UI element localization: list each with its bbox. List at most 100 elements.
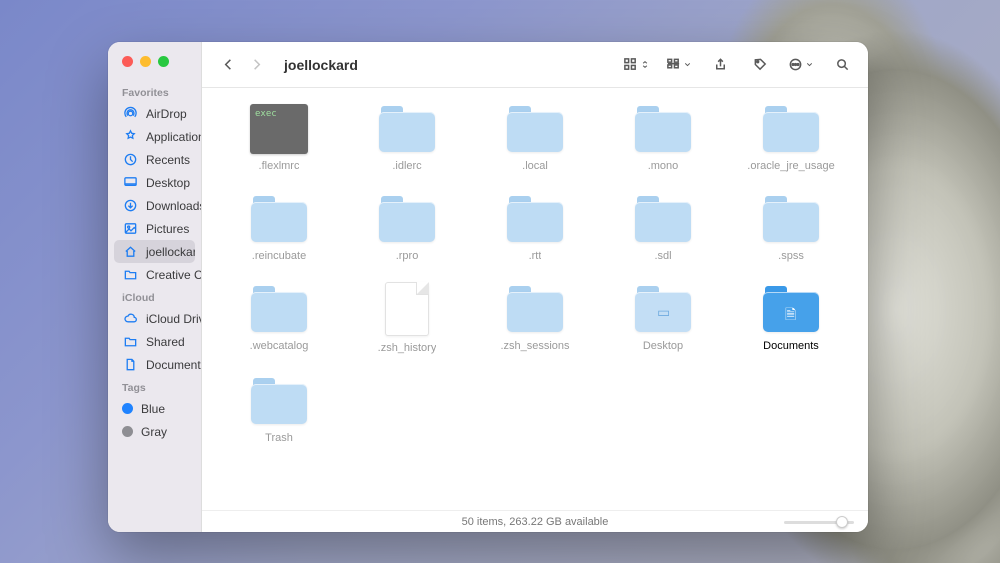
file-icon [385, 282, 429, 336]
sidebar-item-documents[interactable]: Documents [108, 353, 201, 376]
desktop-icon [122, 175, 138, 191]
sidebar-section-label: iCloud [108, 286, 201, 307]
file-item[interactable]: .reincubate [220, 188, 338, 274]
sidebar-section-label: Tags [108, 376, 201, 397]
group-icon [666, 57, 681, 72]
share-button[interactable] [708, 53, 732, 77]
file-item[interactable]: .oracle_jre_usage [732, 98, 850, 184]
sidebar-item-gray[interactable]: Gray [108, 420, 201, 443]
sidebar-item-label: Downloads [146, 199, 201, 213]
finder-window: FavoritesAirDropApplicationsRecentsDeskt… [108, 42, 868, 532]
folder-icon [503, 192, 567, 244]
sidebar-item-label: iCloud Drive [146, 312, 201, 326]
sidebar-item-recents[interactable]: Recents [108, 148, 201, 171]
sidebar-item-creative-clo-[interactable]: Creative Clo… [108, 263, 201, 286]
folder-icon [503, 282, 567, 334]
folder-icon: 🗎 [759, 282, 823, 334]
sidebar-item-airdrop[interactable]: AirDrop [108, 102, 201, 125]
sidebar-item-downloads[interactable]: Downloads [108, 194, 201, 217]
file-item-label: .spss [778, 250, 804, 262]
minimize-window-button[interactable] [140, 56, 151, 67]
sidebar-item-pictures[interactable]: Pictures [108, 217, 201, 240]
exec-icon [250, 104, 308, 154]
view-mode-button[interactable] [623, 53, 650, 77]
file-item-label: .rpro [396, 250, 419, 262]
sidebar-item-joellockard[interactable]: joellockard [114, 240, 195, 263]
pictures-icon [122, 221, 138, 237]
folder-icon [122, 267, 138, 283]
folder-icon [247, 374, 311, 426]
sidebar-item-label: AirDrop [146, 107, 187, 121]
window-controls [108, 56, 201, 81]
airdrop-icon [122, 106, 138, 122]
folder-icon: ▭ [631, 282, 695, 334]
folder-icon [375, 192, 439, 244]
grid-icon [623, 57, 638, 72]
file-item-label: .local [522, 160, 548, 172]
sidebar-item-label: Recents [146, 153, 190, 167]
sidebar-item-icloud-drive[interactable]: iCloud Drive [108, 307, 201, 330]
file-item-label: .mono [648, 160, 679, 172]
search-icon [835, 57, 850, 72]
recents-icon [122, 152, 138, 168]
sidebar-item-label: Applications [146, 130, 201, 144]
folder-icon [631, 102, 695, 154]
file-item[interactable]: .rtt [476, 188, 594, 274]
file-item-label: .reincubate [252, 250, 306, 262]
sidebar: FavoritesAirDropApplicationsRecentsDeskt… [108, 42, 202, 532]
file-item-label: .oracle_jre_usage [747, 160, 834, 172]
group-by-button[interactable] [666, 53, 692, 77]
file-item-label: .zsh_history [378, 342, 437, 354]
folder-icon [503, 102, 567, 154]
file-item-label: .rtt [529, 250, 542, 262]
back-button[interactable] [216, 53, 240, 77]
file-item[interactable]: .local [476, 98, 594, 184]
status-text: 50 items, 263.22 GB available [462, 516, 609, 528]
chevrons-icon [640, 57, 650, 72]
icon-size-slider[interactable] [784, 517, 854, 527]
folder-icon [759, 192, 823, 244]
sidebar-item-applications[interactable]: Applications [108, 125, 201, 148]
file-item[interactable]: .idlerc [348, 98, 466, 184]
file-item-label: .flexlmrc [259, 160, 300, 172]
sidebar-item-desktop[interactable]: Desktop [108, 171, 201, 194]
file-item[interactable]: .webcatalog [220, 278, 338, 366]
sidebar-item-blue[interactable]: Blue [108, 397, 201, 420]
search-button[interactable] [830, 53, 854, 77]
tag-dot [122, 426, 133, 437]
forward-button[interactable] [244, 53, 268, 77]
forward-icon [249, 57, 264, 72]
file-item[interactable]: .zsh_sessions [476, 278, 594, 366]
sidebar-item-shared[interactable]: Shared [108, 330, 201, 353]
file-item[interactable]: .rpro [348, 188, 466, 274]
file-item[interactable]: .mono [604, 98, 722, 184]
tag-dot [122, 403, 133, 414]
zoom-window-button[interactable] [158, 56, 169, 67]
icon-view[interactable]: .flexlmrc .idlerc .local .mono .oracle_jre_u… [202, 88, 868, 510]
folder-icon [247, 192, 311, 244]
tag-icon [753, 57, 768, 72]
status-bar: 50 items, 263.22 GB available [202, 510, 868, 532]
file-item[interactable]: .spss [732, 188, 850, 274]
file-item[interactable]: Trash [220, 370, 338, 456]
file-item[interactable]: .flexlmrc [220, 98, 338, 184]
sidebar-item-label: Creative Clo… [146, 268, 201, 282]
file-item[interactable]: .sdl [604, 188, 722, 274]
file-item-label: .sdl [654, 250, 671, 262]
file-item-label: .webcatalog [250, 340, 309, 352]
sidebar-item-label: Gray [141, 425, 167, 439]
file-item[interactable]: .zsh_history [348, 278, 466, 366]
folder-icon [759, 102, 823, 154]
file-item[interactable]: ▭Desktop [604, 278, 722, 366]
more-button[interactable] [788, 53, 814, 77]
main-pane: joellockard [202, 42, 868, 532]
toolbar: joellockard [202, 42, 868, 88]
file-item[interactable]: 🗎Documents [732, 278, 850, 366]
downloads-icon [122, 198, 138, 214]
sidebar-item-label: Blue [141, 402, 165, 416]
file-item-label: .zsh_sessions [500, 340, 569, 352]
home-icon [122, 244, 138, 260]
applications-icon [122, 129, 138, 145]
tags-button[interactable] [748, 53, 772, 77]
close-window-button[interactable] [122, 56, 133, 67]
